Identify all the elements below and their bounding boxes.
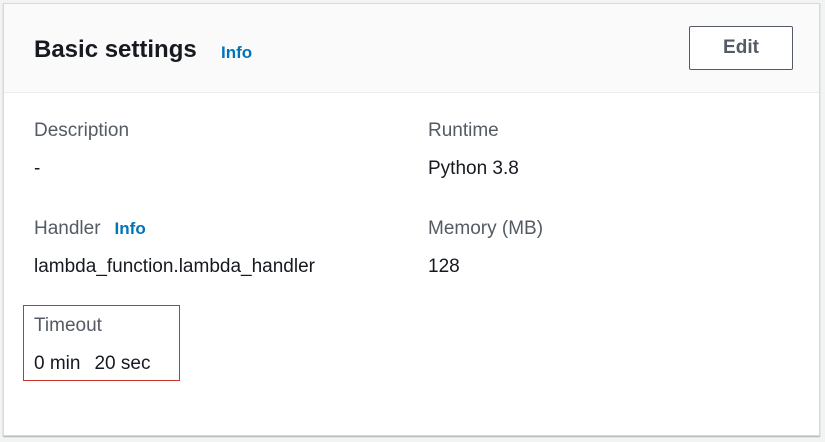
handler-label: Handler Info bbox=[34, 217, 146, 241]
edit-button[interactable]: Edit bbox=[689, 26, 793, 70]
runtime-value: Python 3.8 bbox=[428, 158, 519, 179]
handler-value: lambda_function.lambda_handler bbox=[34, 256, 315, 277]
description-value: - bbox=[34, 158, 41, 179]
panel-title: Basic settings bbox=[34, 36, 197, 63]
timeout-seconds: 20 sec bbox=[94, 353, 151, 374]
description-label: Description bbox=[34, 120, 130, 141]
timeout-label: Timeout bbox=[34, 315, 102, 336]
memory-label: Memory (MB) bbox=[428, 218, 544, 239]
handler-info-link[interactable]: Info bbox=[115, 219, 146, 238]
timeout-value: 0 min 20 sec bbox=[34, 352, 150, 376]
basic-settings-panel: Basic settings Info Edit Description - H… bbox=[3, 3, 820, 436]
handler-label-text: Handler bbox=[34, 218, 101, 239]
title-info-link[interactable]: Info bbox=[221, 42, 252, 64]
runtime-label: Runtime bbox=[428, 120, 499, 141]
panel-header: Basic settings Info Edit bbox=[4, 4, 819, 93]
timeout-minutes: 0 min bbox=[34, 353, 81, 374]
memory-value: 128 bbox=[428, 256, 460, 277]
